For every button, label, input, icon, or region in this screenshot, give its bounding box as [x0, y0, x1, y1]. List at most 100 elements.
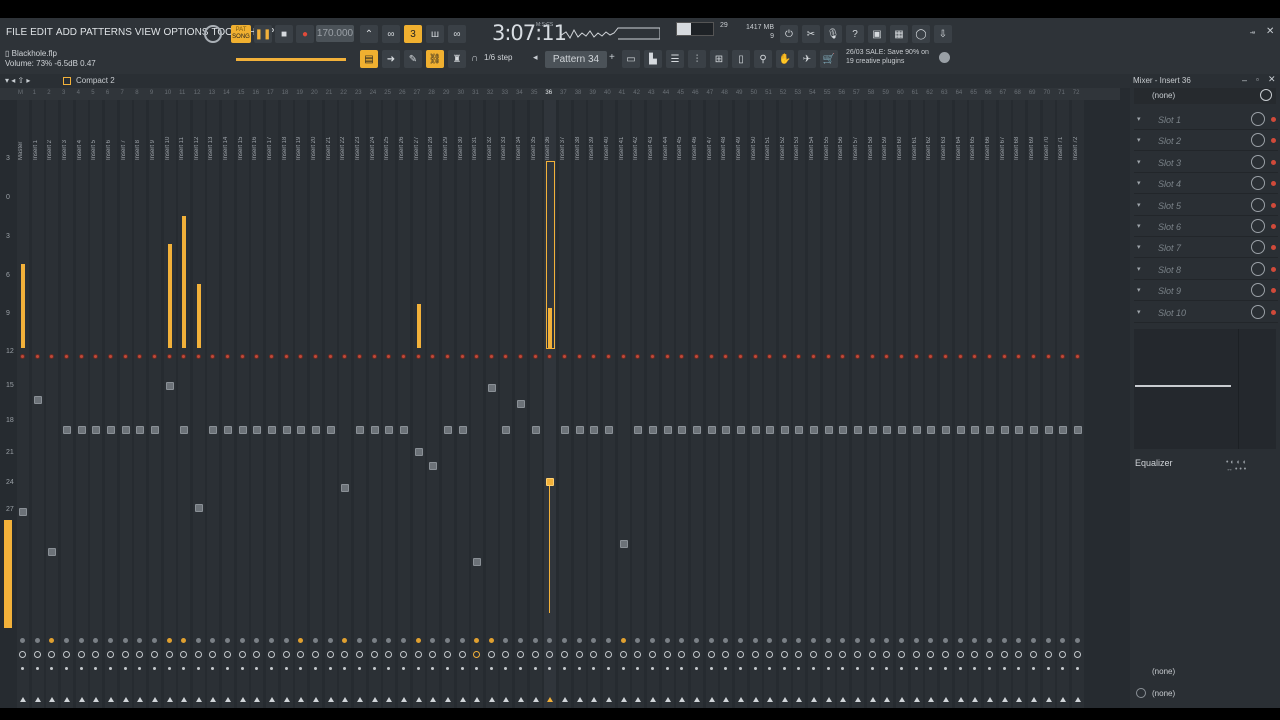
fx-enable-lamp[interactable]	[415, 638, 421, 643]
mixer-insert-channel[interactable]: Insert 11	[177, 100, 191, 708]
fx-enable-lamp[interactable]	[737, 638, 743, 643]
volume-fader[interactable]	[707, 426, 716, 434]
slot-menu-arrow[interactable]: ▾	[1137, 201, 1141, 209]
stereo-dot[interactable]	[108, 667, 112, 670]
volume-fader[interactable]	[121, 426, 130, 434]
pan-knob[interactable]	[751, 651, 759, 658]
pattern-selector[interactable]: Pattern 34	[545, 51, 607, 68]
pan-knob[interactable]	[312, 651, 319, 658]
volume-fader[interactable]	[854, 426, 863, 434]
stereo-dot[interactable]	[870, 667, 874, 670]
volume-fader[interactable]	[33, 396, 42, 404]
fx-enable-lamp[interactable]	[708, 638, 714, 643]
mixer-insert-channel[interactable]: Insert 2	[45, 100, 59, 708]
volume-fader[interactable]	[663, 426, 672, 434]
record-arm-dot[interactable]	[576, 354, 582, 359]
fx-enable-lamp[interactable]	[576, 638, 582, 643]
volume-fader[interactable]	[297, 426, 306, 434]
pan-knob[interactable]	[692, 651, 700, 658]
pan-knob[interactable]	[824, 651, 832, 658]
fx-enable-lamp[interactable]	[606, 638, 611, 643]
pan-knob[interactable]	[736, 651, 744, 658]
menu-add[interactable]: ADD	[56, 27, 77, 38]
pan-knob[interactable]	[121, 651, 129, 658]
fx-enable-lamp[interactable]	[63, 638, 69, 643]
mixer-insert-channel[interactable]: Insert 41	[617, 100, 631, 708]
stereo-dot[interactable]	[489, 667, 493, 670]
volume-fader[interactable]	[341, 484, 350, 492]
slot-enable-dot[interactable]	[1271, 266, 1276, 272]
stereo-dot[interactable]	[738, 667, 742, 670]
pattern-prev-arrow[interactable]: ◂	[533, 52, 538, 63]
mixer-insert-channel[interactable]: Insert 39	[587, 100, 601, 708]
download-button[interactable]: ⇩	[934, 25, 952, 43]
panel-minimize-icon[interactable]: –	[1242, 75, 1247, 85]
volume-fader[interactable]	[956, 426, 965, 434]
mixer-view-select[interactable]: Compact 2	[76, 76, 115, 85]
fx-enable-lamp[interactable]	[166, 638, 172, 643]
route-arrow-icon[interactable]	[210, 697, 217, 702]
mixer-insert-channel[interactable]: Insert 57	[851, 100, 865, 708]
stereo-dot[interactable]	[416, 667, 420, 670]
playlist-button[interactable]: ▭	[622, 50, 640, 68]
route-arrow-icon[interactable]	[34, 697, 41, 702]
volume-fader[interactable]	[605, 426, 613, 434]
mixer-insert-channel[interactable]: Insert 42	[631, 100, 645, 708]
mixer-insert-channel[interactable]: Insert 26	[397, 100, 411, 708]
menu-file[interactable]: FILE	[6, 27, 27, 38]
mixer-insert-channel[interactable]: Insert 43	[646, 100, 660, 708]
route-arrow-icon[interactable]	[122, 697, 129, 702]
pan-knob[interactable]	[663, 651, 671, 658]
route-arrow-icon[interactable]	[518, 697, 525, 702]
volume-fader[interactable]	[92, 426, 101, 434]
mixer-insert-channel[interactable]: Insert 72	[1071, 100, 1085, 708]
mixer-insert-channel[interactable]: Insert 6	[104, 100, 118, 708]
route-arrow-icon[interactable]	[606, 697, 612, 702]
route-arrow-icon[interactable]	[327, 697, 334, 702]
slot-enable-dot[interactable]	[1271, 288, 1276, 294]
fx-enable-lamp[interactable]	[986, 638, 992, 643]
route-arrow-icon[interactable]	[49, 697, 56, 702]
fx-enable-lamp[interactable]	[400, 638, 406, 643]
volume-fader[interactable]	[326, 426, 335, 434]
pan-knob[interactable]	[19, 651, 26, 658]
stamp-button[interactable]: ♜	[448, 50, 466, 68]
record-arm-dot[interactable]	[1030, 354, 1036, 359]
fx-enable-lamp[interactable]	[899, 638, 904, 643]
fx-enable-lamp[interactable]	[444, 638, 450, 643]
route-arrow-icon[interactable]	[884, 697, 891, 702]
mixer-insert-channel[interactable]: Insert 67	[998, 100, 1012, 708]
output-send-2[interactable]: (none)	[1152, 689, 1175, 698]
record-arm-dot[interactable]	[283, 354, 289, 359]
stereo-dot[interactable]	[357, 667, 361, 670]
route-arrow-icon[interactable]	[254, 697, 261, 702]
volume-fader[interactable]	[766, 426, 775, 434]
route-arrow-icon[interactable]	[532, 697, 539, 702]
effect-slot[interactable]: ▾ Slot 5	[1134, 196, 1278, 216]
pan-knob[interactable]	[268, 651, 276, 658]
mixer-insert-channel[interactable]: Insert 48	[719, 100, 733, 708]
route-arrow-icon[interactable]	[93, 697, 100, 702]
mixer-insert-channel[interactable]: Insert 47	[705, 100, 719, 708]
mixer-insert-channel[interactable]: Insert 40	[602, 100, 616, 708]
volume-fader[interactable]	[502, 426, 511, 434]
slot-mix-knob[interactable]	[1251, 304, 1265, 319]
fx-enable-lamp[interactable]	[942, 638, 948, 643]
master-pitch-slider[interactable]	[236, 58, 346, 61]
mixer-insert-channel[interactable]: Insert 25	[382, 100, 396, 708]
volume-fader[interactable]	[634, 426, 643, 434]
stereo-dot[interactable]	[958, 667, 962, 670]
route-arrow-icon[interactable]	[562, 697, 569, 702]
effect-slot[interactable]: ▾ Slot 6	[1134, 217, 1278, 237]
mixer-insert-channel[interactable]: Insert 66	[983, 100, 997, 708]
slot-enable-dot[interactable]	[1271, 159, 1276, 165]
output-send-1[interactable]: (none)	[1152, 667, 1175, 676]
fx-enable-lamp[interactable]	[151, 638, 157, 643]
volume-fader[interactable]	[839, 426, 848, 434]
volume-fader[interactable]	[692, 426, 701, 434]
volume-fader[interactable]	[810, 426, 819, 434]
route-arrow-icon[interactable]	[444, 697, 451, 702]
countdown-button[interactable]: 3	[404, 25, 422, 43]
record-arm-dot[interactable]	[1045, 354, 1051, 359]
slot-menu-arrow[interactable]: ▾	[1137, 308, 1141, 316]
